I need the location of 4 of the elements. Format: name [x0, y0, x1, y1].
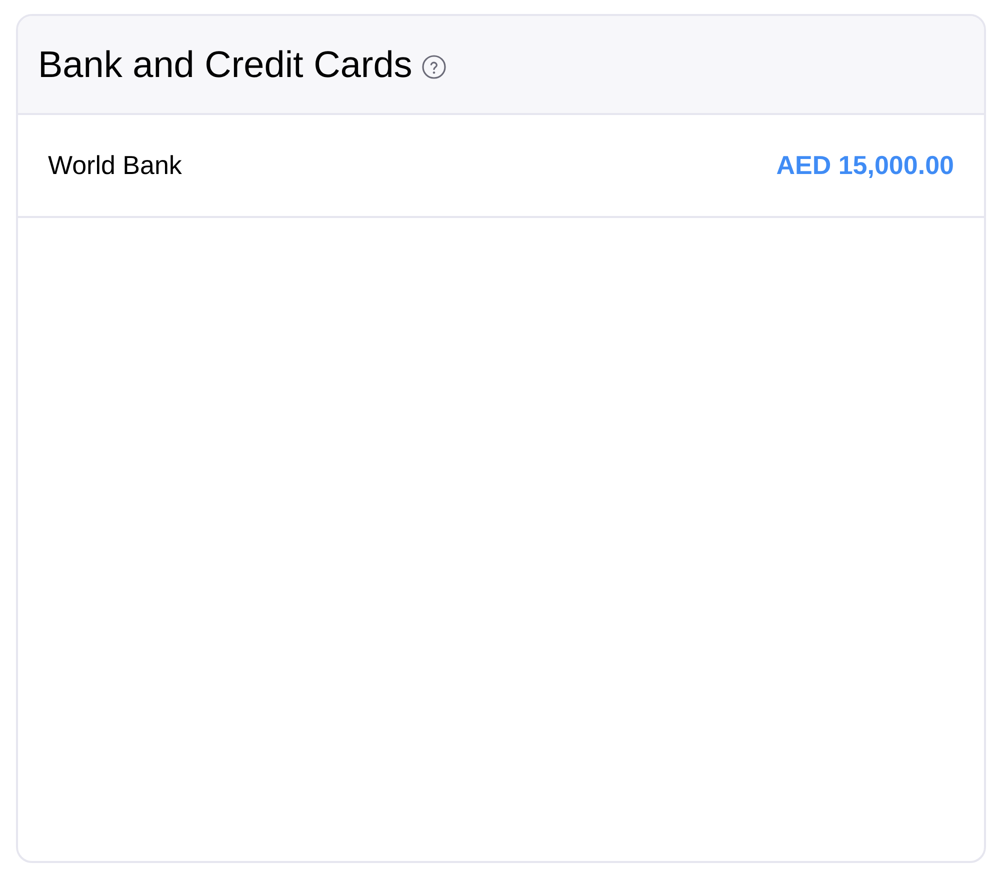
- account-balance-link[interactable]: AED 15,000.00: [776, 150, 954, 181]
- account-name: World Bank: [48, 150, 182, 181]
- help-icon[interactable]: [422, 54, 446, 78]
- card-title: Bank and Credit Cards: [38, 44, 412, 86]
